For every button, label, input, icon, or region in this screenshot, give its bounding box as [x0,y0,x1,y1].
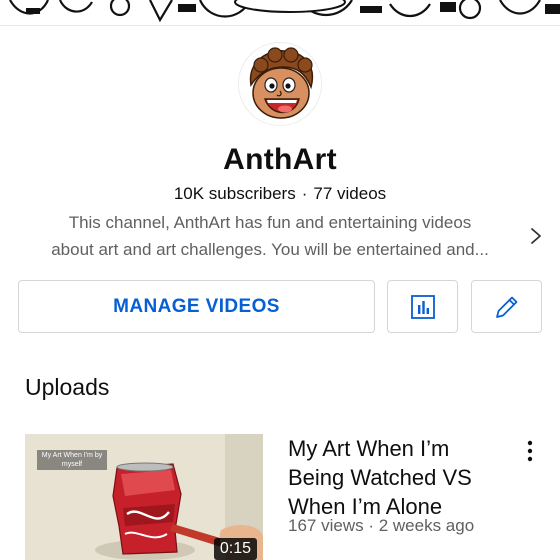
video-metadata: 167 views · 2 weeks ago [288,516,475,535]
video-title[interactable]: My Art When I’m Being Watched VS When I’… [288,434,508,521]
video-list-item[interactable]: My Art When I'm by myself 0:15 My Art Wh… [0,434,560,560]
more-options-button[interactable] [520,438,540,464]
analytics-button[interactable] [387,280,458,333]
vertical-dots-icon [527,440,533,462]
channel-avatar[interactable] [238,42,322,126]
description-line: about art and art challenges. You will b… [51,240,489,259]
manage-videos-button[interactable]: MANAGE VIDEOS [18,280,375,333]
uploads-heading: Uploads [25,374,110,400]
video-count: 77 videos [313,184,387,203]
subscriber-count: 10K subscribers [173,184,296,203]
channel-banner [0,0,560,26]
video-duration-badge: 0:15 [213,538,257,560]
description-line: This channel, AnthArt has fun and entert… [68,213,472,232]
channel-description[interactable]: This channel, AnthArt has fun and entert… [22,209,518,263]
pencil-icon [495,296,517,318]
edit-channel-button[interactable] [471,280,542,333]
video-thumbnail[interactable]: My Art When I'm by myself 0:15 [25,434,263,560]
stats-separator: · [301,184,308,203]
channel-stats: 10K subscribers · 77 videos [0,184,560,204]
manage-videos-label: MANAGE VIDEOS [113,295,280,317]
banner-doodle-art [0,0,560,25]
thumbnail-caption: My Art When I'm by myself [37,450,107,470]
chevron-right-icon[interactable] [526,226,546,246]
cartoon-face-avatar-icon [239,43,321,125]
channel-name: AnthArt [223,143,337,176]
analytics-icon [410,294,435,319]
